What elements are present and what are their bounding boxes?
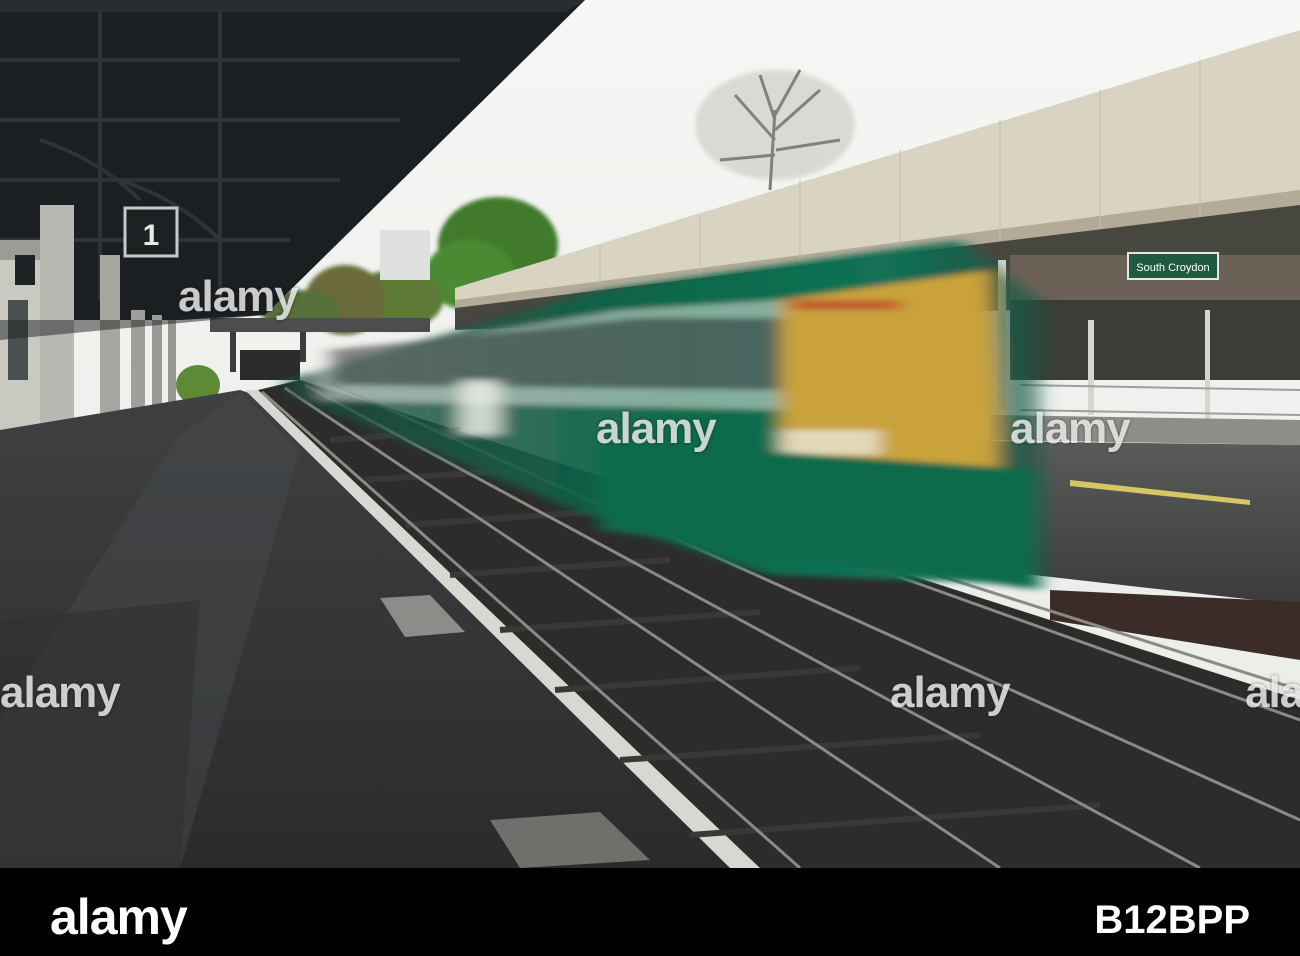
station-sign-text: South Croydon xyxy=(1136,262,1209,274)
alamy-logo: alamy xyxy=(50,889,188,945)
footer-bar: alamy B12BPP xyxy=(0,868,1300,956)
platform-number: 1 xyxy=(143,219,160,252)
image-id: B12BPP xyxy=(1094,898,1250,942)
railway-platform-photo: South Croydon 1 alamy alamy alamy alamy … xyxy=(0,0,1300,868)
photo-scene: South Croydon 1 xyxy=(0,0,1300,868)
footbridge xyxy=(210,318,430,332)
tower-block xyxy=(380,230,430,280)
stock-photo: South Croydon 1 alamy alamy alamy alamy … xyxy=(0,0,1300,956)
